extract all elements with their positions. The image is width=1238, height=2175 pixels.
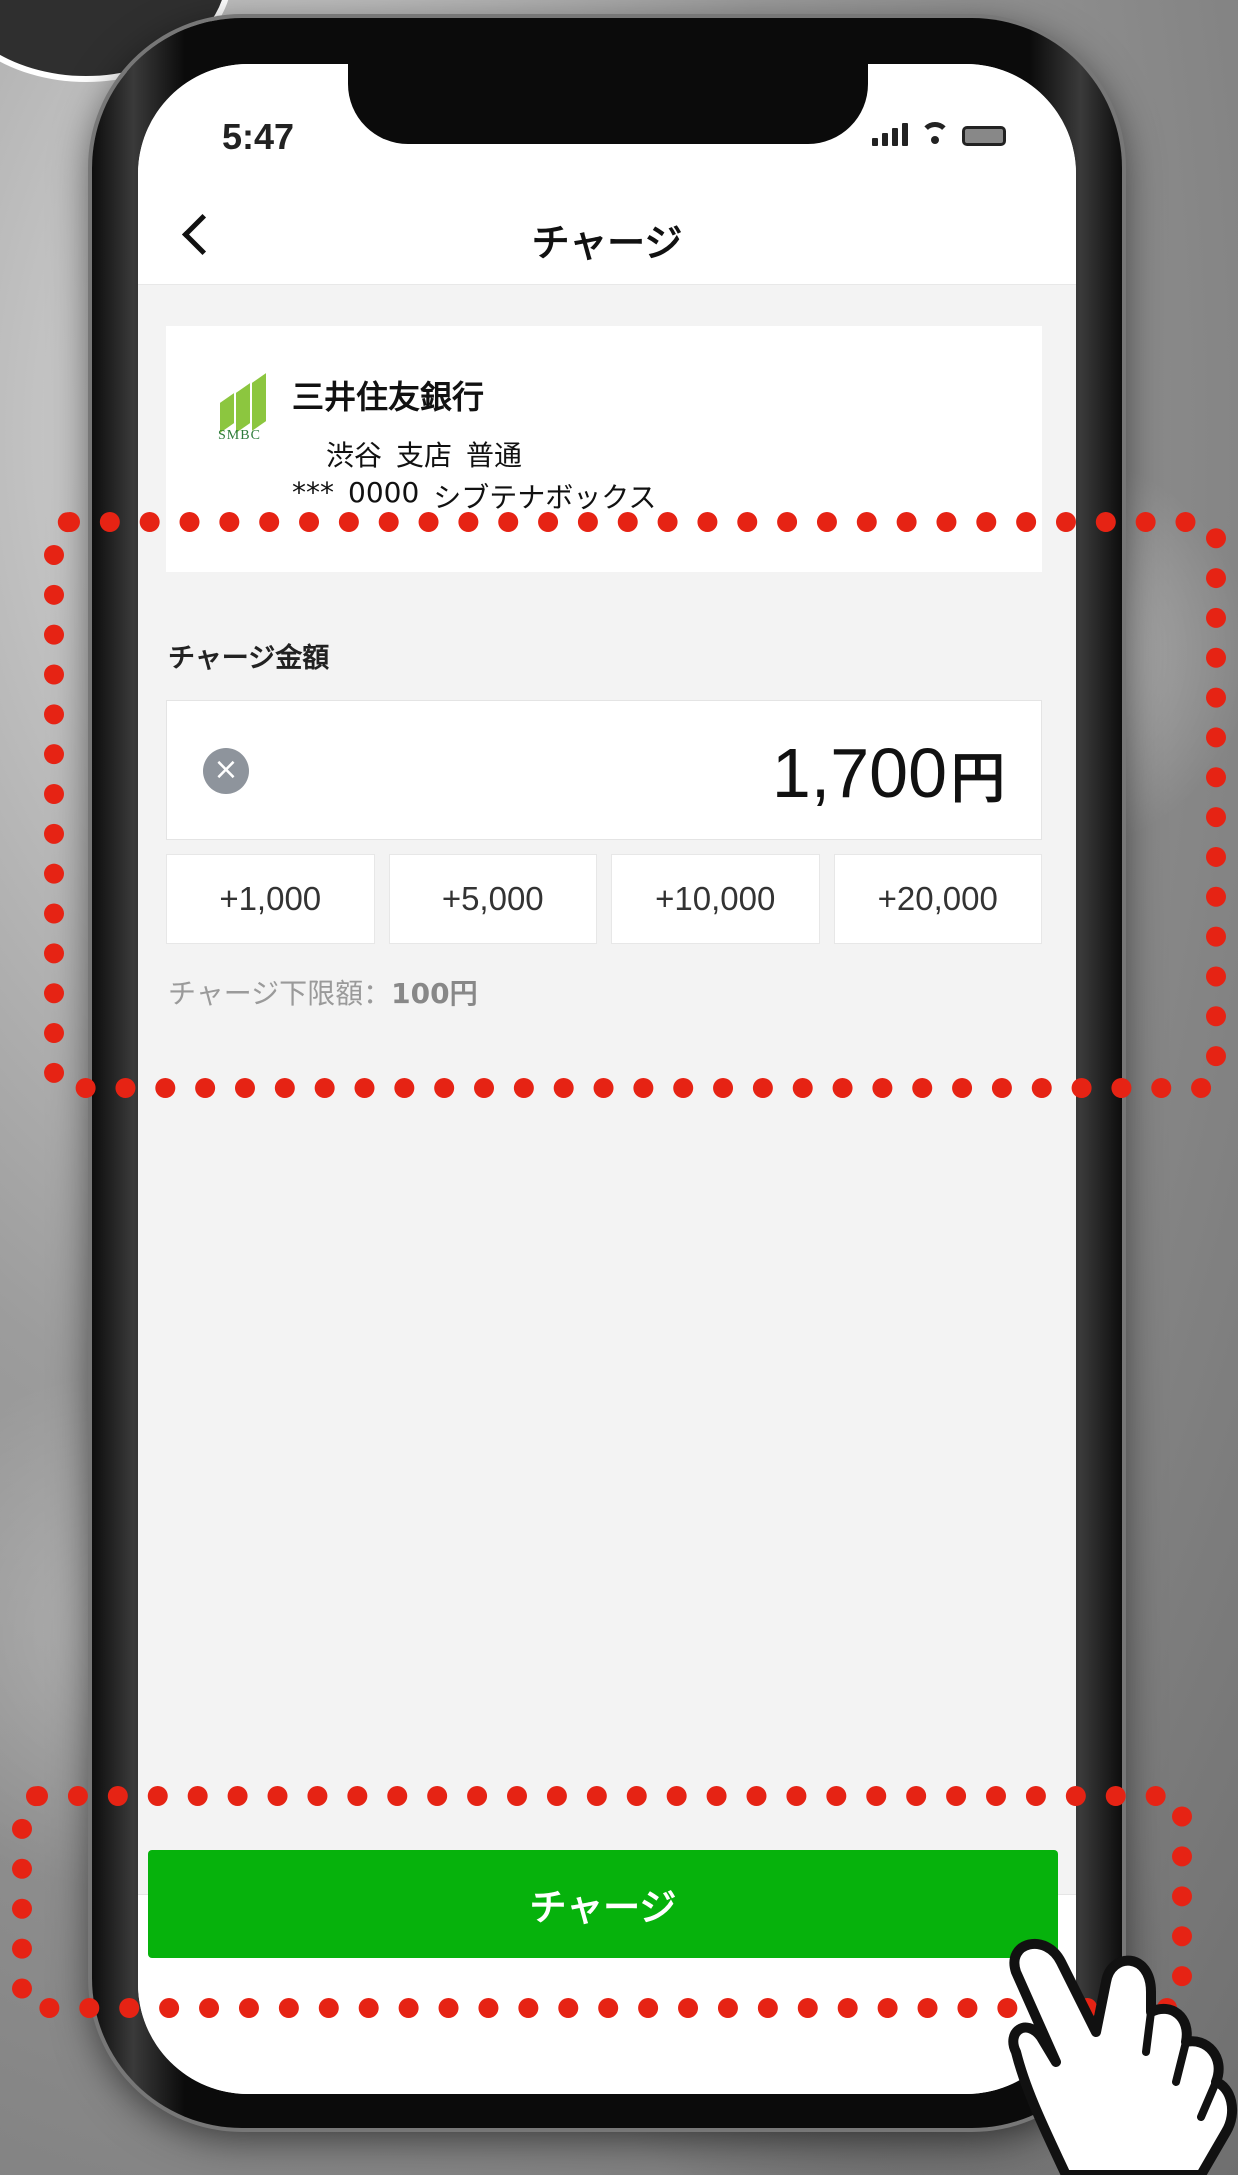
branch-line: 渋谷 支店 普通: [326, 434, 522, 474]
status-icons: [872, 122, 1006, 146]
branch-name: 渋谷: [326, 439, 383, 472]
phone-notch: [348, 64, 868, 144]
account-line: *** 0000 シブテナボックス: [292, 476, 656, 516]
wifi-icon: [920, 122, 950, 146]
smbc-logo-label: SMBC: [218, 428, 261, 443]
account-holder: シブテナボックス: [433, 481, 657, 514]
smbc-logo: SMBC: [218, 372, 278, 452]
signal-icon: [872, 123, 908, 146]
status-time: 5:47: [222, 116, 295, 157]
page-title: チャージ: [531, 221, 683, 265]
highlight-amount-area: [44, 512, 1226, 1098]
pointing-hand-icon: [1008, 1939, 1238, 2175]
account-number: 0000: [348, 476, 420, 509]
bank-name: 三井住友銀行: [292, 378, 485, 416]
branch-suffix: 支店: [396, 439, 453, 472]
status-bar: 5:47: [138, 64, 1076, 184]
battery-icon: [962, 126, 1006, 146]
account-type: 普通: [466, 439, 523, 472]
account-mask: ***: [292, 476, 334, 509]
nav-bar: チャージ: [138, 184, 1076, 285]
